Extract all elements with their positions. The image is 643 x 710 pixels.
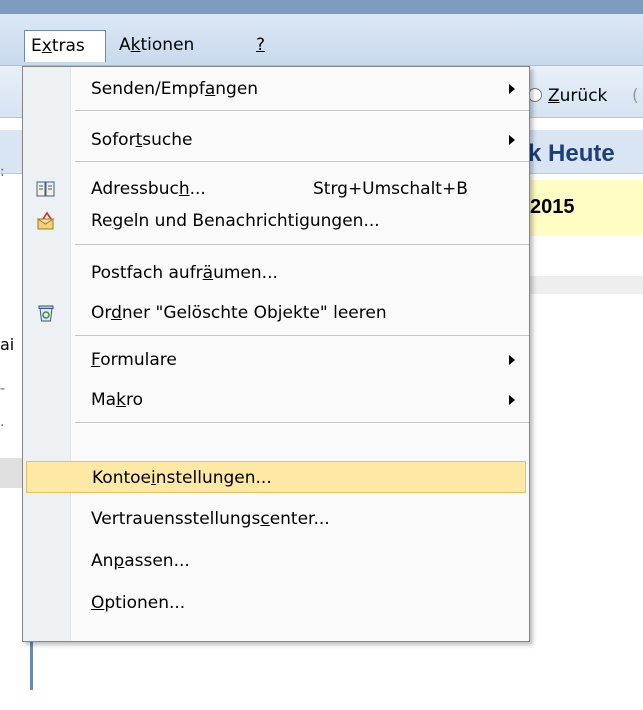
menu-item-formulare[interactable]: Formulare bbox=[23, 344, 529, 376]
left-grey-strip bbox=[0, 458, 24, 488]
left-pane-border bbox=[30, 640, 33, 690]
address-book-icon bbox=[36, 181, 55, 197]
menu-item-kontoeinstellungen[interactable]: Kontoeinstellungen... bbox=[26, 461, 526, 493]
left-text-stub: ai bbox=[0, 335, 15, 354]
back-button-accel: Z bbox=[548, 86, 560, 106]
menu-item-optionen[interactable]: Optionen... bbox=[23, 587, 529, 619]
menu-item-label: Senden/Empfangen bbox=[91, 79, 259, 99]
menu-separator bbox=[75, 422, 529, 423]
year-label: 2015 bbox=[530, 196, 575, 218]
rules-icon bbox=[36, 211, 55, 230]
menu-item-adressbuch[interactable]: Adressbuch... Strg+Umschalt+B bbox=[23, 173, 529, 205]
menu-extras[interactable]: Extras bbox=[24, 30, 106, 62]
menu-item-label: Postfach aufräumen... bbox=[91, 263, 278, 283]
menu-item-makro[interactable]: Makro bbox=[23, 384, 529, 416]
toolbar-next-stub: ( bbox=[632, 86, 639, 106]
menu-aktionen[interactable]: Aktionen bbox=[113, 30, 200, 62]
submenu-arrow-icon bbox=[509, 395, 515, 405]
back-button[interactable]: Zurück bbox=[528, 86, 607, 106]
menu-item-label: Anpassen... bbox=[91, 551, 190, 571]
menu-bar: Extras Aktionen ? bbox=[0, 14, 643, 66]
menu-item-anpassen[interactable]: Anpassen... bbox=[23, 545, 529, 577]
menu-item-label: Vertrauensstellungscenter... bbox=[91, 509, 330, 529]
menu-help-accel: ? bbox=[256, 35, 266, 55]
menu-extras-label-a: E bbox=[31, 36, 42, 56]
menu-item-geloeschte-objekte-leeren[interactable]: Ordner "Gelöschte Objekte" leeren bbox=[23, 297, 529, 329]
left-text-stub-2: - bbox=[0, 381, 6, 397]
menu-extras-accel: x bbox=[41, 36, 52, 56]
menu-item-label: Optionen... bbox=[91, 593, 186, 613]
left-text-stub-3: : bbox=[0, 164, 5, 180]
menu-item-shortcut: Strg+Umschalt+B bbox=[313, 179, 468, 199]
menu-item-label: Ordner "Gelöschte Objekte" leeren bbox=[91, 303, 387, 323]
menu-aktionen-accel: k bbox=[130, 35, 141, 55]
menu-item-sofortsuche[interactable]: Sofortsuche bbox=[23, 124, 529, 156]
menu-separator bbox=[75, 110, 529, 111]
menu-separator bbox=[75, 244, 529, 245]
submenu-arrow-icon bbox=[509, 355, 515, 365]
menu-item-label: Sofortsuche bbox=[91, 130, 193, 150]
today-heading: k Heute bbox=[528, 140, 615, 167]
menu-help[interactable]: ? bbox=[250, 30, 271, 62]
menu-separator bbox=[75, 161, 529, 162]
window-top-strip bbox=[0, 0, 643, 14]
left-text-stub-4: · bbox=[0, 418, 5, 434]
menu-item-postfach-aufraeumen[interactable]: Postfach aufräumen... bbox=[23, 257, 529, 289]
menu-item-label: Formulare bbox=[91, 350, 177, 370]
back-button-label: urück bbox=[559, 86, 608, 106]
menu-separator bbox=[75, 335, 529, 336]
submenu-arrow-icon bbox=[509, 135, 515, 145]
menu-item-regeln[interactable]: Regeln und Benachrichtigungen... bbox=[23, 205, 529, 237]
menu-item-vertrauensstellungscenter[interactable]: Vertrauensstellungscenter... bbox=[23, 503, 529, 535]
menu-extras-label-b: tras bbox=[51, 36, 85, 56]
recycle-bin-icon bbox=[38, 305, 54, 322]
menu-item-label: Adressbuch... bbox=[91, 179, 206, 199]
menu-aktionen-label-b: tionen bbox=[140, 35, 195, 55]
back-arrow-icon bbox=[528, 88, 542, 102]
menu-item-senden-empfangen[interactable]: Senden/Empfangen bbox=[23, 73, 529, 105]
grey-row bbox=[530, 276, 643, 294]
menu-aktionen-label-a: A bbox=[119, 35, 131, 55]
menu-item-label: Makro bbox=[91, 390, 143, 410]
extras-menu: Senden/Empfangen Sofortsuche Adressbuch.… bbox=[22, 66, 530, 642]
menu-item-label: Kontoeinstellungen... bbox=[92, 468, 272, 488]
menu-item-label: Regeln und Benachrichtigungen... bbox=[91, 211, 380, 231]
submenu-arrow-icon bbox=[509, 84, 515, 94]
